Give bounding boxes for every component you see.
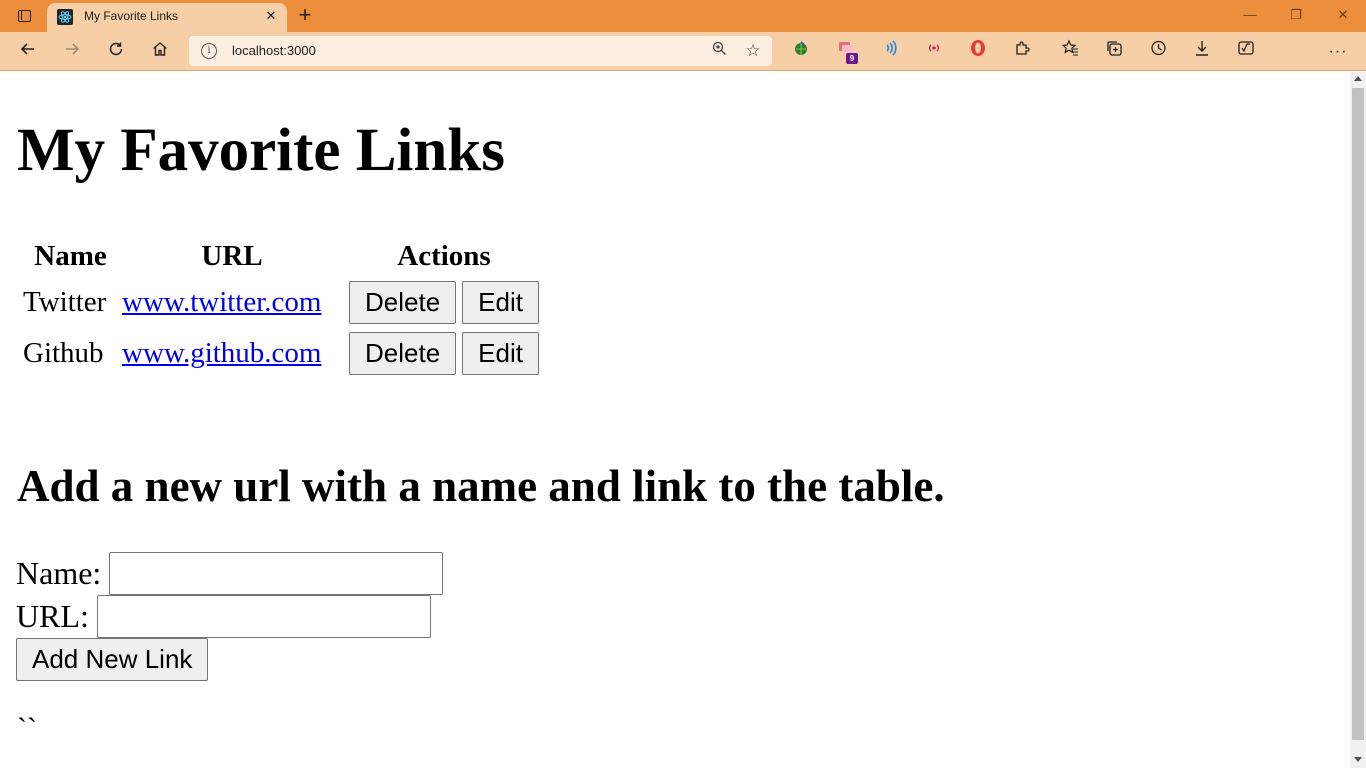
math-solver-icon[interactable] [1233,39,1259,65]
form-heading: Add a new url with a name and link to th… [17,461,945,511]
refresh-button[interactable] [103,39,129,65]
extension-globe-icon[interactable] [788,39,814,65]
title-bar: My Favorite Links ✕ + — ❐ ✕ [0,0,1366,32]
forward-button[interactable] [59,39,85,65]
column-header-url: URL [201,240,263,272]
column-header-name: Name [34,240,107,272]
favorites-icon[interactable] [1057,39,1083,65]
link-url[interactable]: www.github.com [122,337,322,369]
vertical-scrollbar[interactable] [1350,72,1366,768]
settings-more-icon[interactable]: ··· [1325,39,1351,65]
delete-button[interactable]: Delete [349,281,457,324]
forward-arrow-icon [66,43,80,55]
link-url[interactable]: www.twitter.com [122,286,321,318]
add-link-form: Name: URL: Add New Link [16,552,444,681]
history-icon[interactable] [1145,39,1171,65]
maximize-button[interactable]: ❐ [1273,4,1319,26]
edit-button[interactable]: Edit [462,332,539,375]
add-new-link-button[interactable]: Add New Link [16,638,209,681]
tab-title: My Favorite Links [84,9,179,23]
extension-translate-icon[interactable]: 9 [833,39,859,65]
site-info-icon[interactable]: i [201,43,217,59]
edit-button[interactable]: Edit [462,281,539,324]
new-tab-button[interactable]: + [294,4,316,27]
extension-broadcast-icon[interactable] [921,39,947,65]
address-bar[interactable]: i localhost:3000 ☆ [189,36,772,66]
scroll-up-icon[interactable] [1354,76,1362,81]
address-url[interactable]: localhost:3000 [232,43,316,58]
name-input[interactable] [109,552,444,595]
extension-audio-icon[interactable] [877,39,903,65]
link-name: Github [23,337,104,369]
react-favicon-icon [57,9,73,25]
minimize-button[interactable]: — [1227,4,1273,26]
link-name: Twitter [23,286,107,318]
links-table: Name URL Actions Twitter www.twitter.com… [20,236,545,380]
tab-close-icon[interactable]: ✕ [261,6,281,26]
tab-active[interactable]: My Favorite Links ✕ [47,3,287,32]
delete-button[interactable]: Delete [349,332,457,375]
url-input[interactable] [96,595,431,638]
page-content: My Favorite Links Name URL Actions Twitt… [0,72,1350,768]
scroll-down-icon[interactable] [1354,757,1362,762]
extension-opera-icon[interactable] [965,39,991,65]
table-header-row: Name URL Actions [22,238,543,276]
downloads-icon[interactable] [1189,39,1215,65]
table-row: Github www.github.com Delete Edit [22,329,543,378]
column-header-actions: Actions [397,240,491,272]
back-button[interactable] [15,39,41,65]
extensions-icon[interactable] [1009,39,1035,65]
url-label: URL: [16,598,89,634]
back-arrow-icon [20,43,34,55]
scrollbar-thumb[interactable] [1352,88,1364,740]
home-icon [153,42,167,56]
browser-toolbar: i localhost:3000 ☆ 9 ··· [0,32,1366,95]
extension-badge: 9 [846,53,858,64]
name-label: Name: [16,555,102,591]
close-window-button[interactable]: ✕ [1320,4,1366,26]
collections-icon[interactable] [1101,39,1127,65]
table-row: Twitter www.twitter.com Delete Edit [22,278,543,327]
page-title: My Favorite Links [17,117,505,184]
zoom-icon[interactable] [709,41,729,61]
home-button[interactable] [147,39,173,65]
add-favorite-icon[interactable]: ☆ [742,40,764,62]
trailing-text: `` [17,712,37,745]
tab-actions-icon[interactable] [12,6,36,26]
refresh-icon [109,42,123,56]
